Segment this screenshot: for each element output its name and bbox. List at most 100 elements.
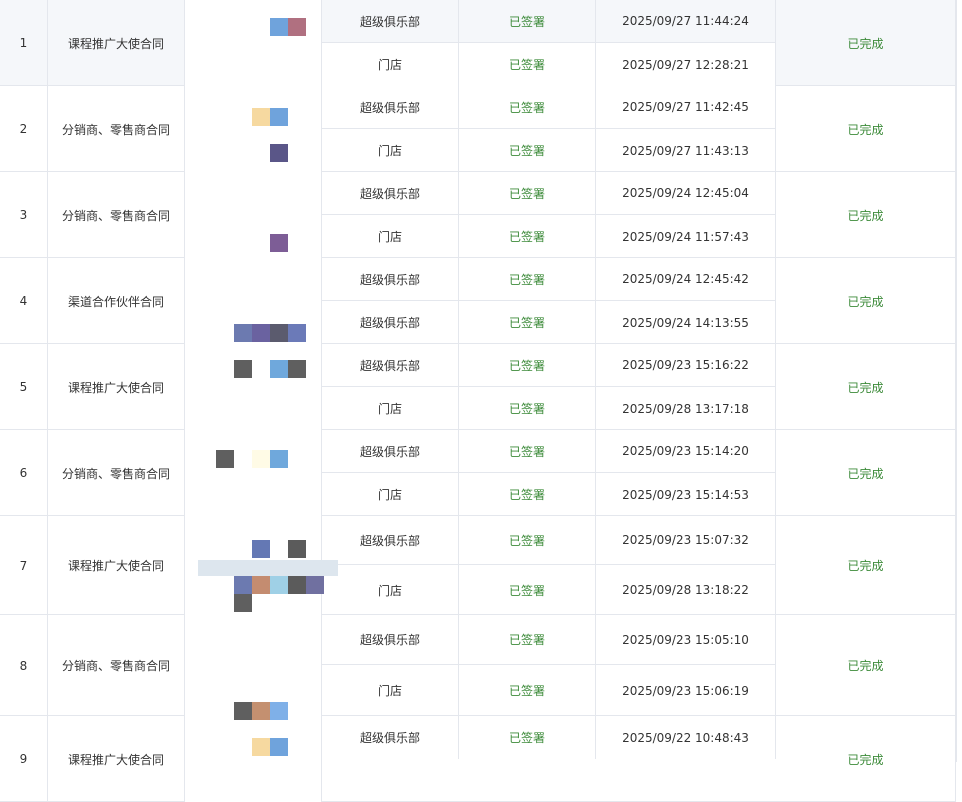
redaction-mosaic-block — [270, 702, 288, 720]
party-sign-status: 已签署 — [459, 565, 596, 615]
row-index: 6 — [0, 430, 48, 516]
redacted-party-name — [185, 172, 322, 258]
party-signed-time: 2025/09/22 10:48:43 — [596, 716, 776, 759]
party-role: 超级俱乐部 — [322, 0, 459, 43]
party-sign-status: 已签署 — [459, 615, 596, 665]
party-signed-time: 2025/09/23 15:07:32 — [596, 516, 776, 565]
redaction-mosaic-block — [306, 576, 324, 594]
redaction-mosaic-block — [288, 540, 306, 558]
party-sign-status: 已签署 — [459, 258, 596, 301]
overall-status: 已完成 — [776, 86, 956, 172]
row-index: 9 — [0, 716, 48, 802]
party-role: 门店 — [322, 565, 459, 615]
contract-type: 分销商、零售商合同 — [48, 172, 185, 258]
contract-type: 分销商、零售商合同 — [48, 86, 185, 172]
overall-status: 已完成 — [776, 344, 956, 430]
redaction-mosaic-block — [270, 18, 288, 36]
party-sign-status: 已签署 — [459, 430, 596, 473]
party-sign-status: 已签署 — [459, 86, 596, 129]
row-index: 4 — [0, 258, 48, 344]
party-signed-time: 2025/09/28 13:18:22 — [596, 565, 776, 615]
redaction-mosaic-block — [234, 324, 252, 342]
redaction-mosaic-block — [270, 234, 288, 252]
party-sign-status: 已签署 — [459, 129, 596, 172]
row-index: 5 — [0, 344, 48, 430]
party-sign-status: 已签署 — [459, 344, 596, 387]
overall-status: 已完成 — [776, 430, 956, 516]
party-sign-status: 已签署 — [459, 665, 596, 716]
party-role: 门店 — [322, 473, 459, 516]
party-role: 超级俱乐部 — [322, 615, 459, 665]
party-role: 门店 — [322, 129, 459, 172]
party-role: 超级俱乐部 — [322, 172, 459, 215]
column-divider — [956, 0, 957, 762]
redaction-mosaic-block — [270, 360, 288, 378]
party-sign-status: 已签署 — [459, 215, 596, 258]
contract-type: 课程推广大使合同 — [48, 716, 185, 802]
party-signed-time: 2025/09/23 15:16:22 — [596, 344, 776, 387]
redaction-mosaic-block — [270, 108, 288, 126]
party-signed-time: 2025/09/23 15:14:20 — [596, 430, 776, 473]
party-sign-status: 已签署 — [459, 301, 596, 344]
redaction-mosaic-block — [252, 108, 270, 126]
contract-type: 分销商、零售商合同 — [48, 615, 185, 716]
redaction-mosaic-block — [198, 560, 338, 576]
redaction-mosaic-block — [234, 576, 252, 594]
party-role: 超级俱乐部 — [322, 344, 459, 387]
redaction-mosaic-block — [270, 144, 288, 162]
party-sign-status: 已签署 — [459, 43, 596, 86]
redacted-party-name — [185, 430, 322, 516]
overall-status: 已完成 — [776, 716, 956, 802]
contract-type: 分销商、零售商合同 — [48, 430, 185, 516]
row-index: 7 — [0, 516, 48, 615]
redaction-mosaic-block — [252, 738, 270, 756]
party-role: 超级俱乐部 — [322, 430, 459, 473]
party-sign-status: 已签署 — [459, 0, 596, 43]
party-sign-status: 已签署 — [459, 387, 596, 430]
party-sign-status: 已签署 — [459, 516, 596, 565]
contract-type: 课程推广大使合同 — [48, 344, 185, 430]
party-role: 门店 — [322, 43, 459, 86]
party-signed-time: 2025/09/28 13:17:18 — [596, 387, 776, 430]
redaction-mosaic-block — [252, 702, 270, 720]
redaction-mosaic-block — [234, 702, 252, 720]
party-role: 超级俱乐部 — [322, 716, 459, 759]
row-index: 8 — [0, 615, 48, 716]
party-signed-time: 2025/09/23 15:06:19 — [596, 665, 776, 716]
redaction-mosaic-block — [270, 576, 288, 594]
redaction-mosaic-block — [288, 576, 306, 594]
redaction-mosaic-block — [252, 450, 270, 468]
redaction-mosaic-block — [234, 594, 252, 612]
redaction-mosaic-block — [288, 324, 306, 342]
redacted-party-name — [185, 344, 322, 430]
party-sign-status: 已签署 — [459, 473, 596, 516]
party-signed-time: 2025/09/27 11:43:13 — [596, 129, 776, 172]
party-signed-time: 2025/09/23 15:14:53 — [596, 473, 776, 516]
party-signed-time: 2025/09/24 12:45:04 — [596, 172, 776, 215]
row-index: 2 — [0, 86, 48, 172]
redaction-mosaic-block — [288, 360, 306, 378]
party-signed-time: 2025/09/27 11:44:24 — [596, 0, 776, 43]
party-role: 超级俱乐部 — [322, 516, 459, 565]
redaction-mosaic-block — [270, 450, 288, 468]
party-role: 门店 — [322, 215, 459, 258]
party-sign-status: 已签署 — [459, 716, 596, 759]
party-signed-time: 2025/09/27 11:42:45 — [596, 86, 776, 129]
overall-status: 已完成 — [776, 172, 956, 258]
contract-type: 课程推广大使合同 — [48, 516, 185, 615]
redaction-mosaic-block — [270, 738, 288, 756]
redacted-party-name — [185, 86, 322, 172]
party-signed-time: 2025/09/23 15:05:10 — [596, 615, 776, 665]
redaction-mosaic-block — [288, 18, 306, 36]
row-index: 3 — [0, 172, 48, 258]
overall-status: 已完成 — [776, 0, 956, 86]
redaction-mosaic-block — [216, 450, 234, 468]
redaction-mosaic-block — [270, 324, 288, 342]
overall-status: 已完成 — [776, 258, 956, 344]
party-role: 超级俱乐部 — [322, 301, 459, 344]
redacted-party-name — [185, 716, 322, 802]
party-role: 门店 — [322, 665, 459, 716]
overall-status: 已完成 — [776, 516, 956, 615]
redacted-party-name — [185, 615, 322, 716]
redaction-mosaic-block — [252, 324, 270, 342]
